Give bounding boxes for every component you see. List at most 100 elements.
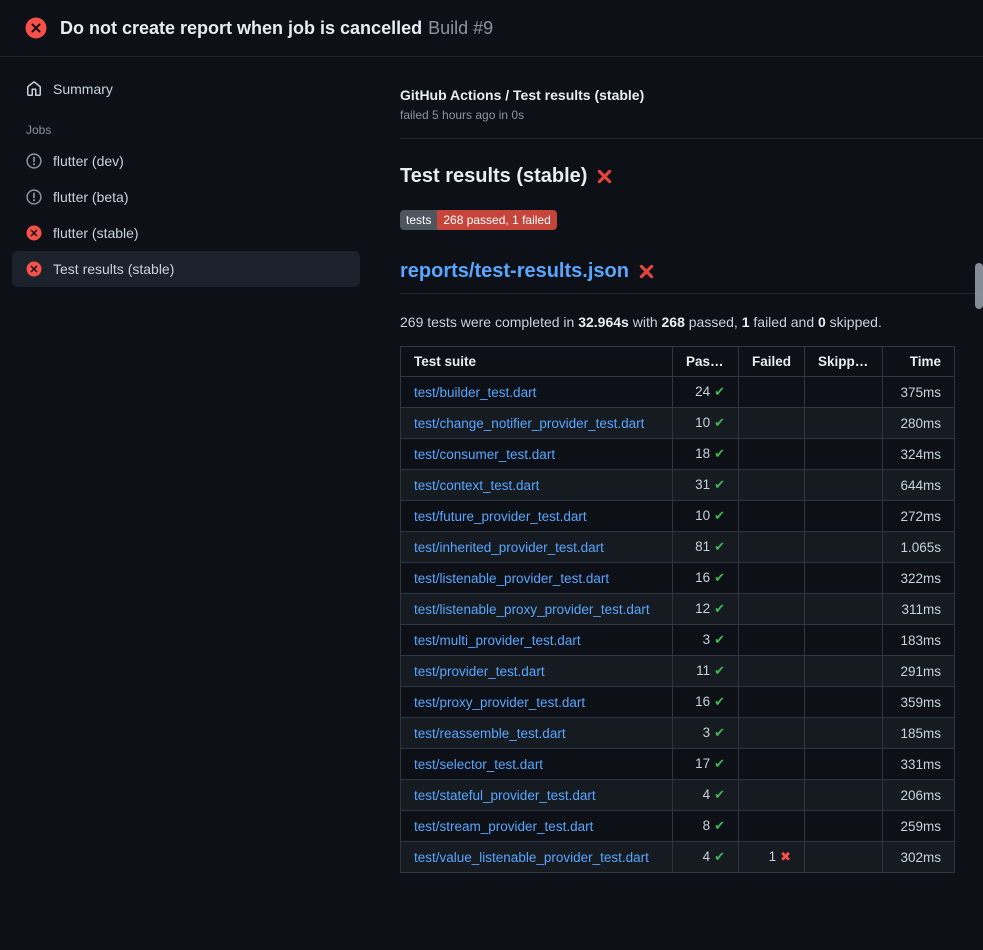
job-label: flutter (beta) xyxy=(53,189,128,205)
passed-count-number: 16 xyxy=(695,694,710,709)
test-suite-link[interactable]: test/reassemble_test.dart xyxy=(414,726,566,741)
badge-label: tests xyxy=(400,210,437,230)
check-icon: ✔ xyxy=(714,446,725,461)
passed-count-number: 4 xyxy=(703,787,711,802)
scrollbar-thumb[interactable] xyxy=(975,263,983,309)
passed-count-number: 10 xyxy=(695,508,710,523)
check-icon: ✔ xyxy=(714,663,725,678)
check-icon: ✔ xyxy=(714,694,725,709)
passed-count-number: 8 xyxy=(703,818,711,833)
test-suite-link[interactable]: test/listenable_provider_test.dart xyxy=(414,571,609,586)
passed-count-number: 3 xyxy=(703,632,711,647)
sidebar-item-summary[interactable]: Summary xyxy=(12,71,360,107)
page-title: Do not create report when job is cancell… xyxy=(60,18,493,39)
jobs-section-label: Jobs xyxy=(12,107,360,143)
time-value: 322ms xyxy=(883,563,955,594)
test-suite-cell: test/future_provider_test.dart xyxy=(401,501,673,532)
sidebar-item-job[interactable]: flutter (dev) xyxy=(12,143,360,179)
passed-count: 3✔ xyxy=(673,625,739,656)
sidebar-summary-label: Summary xyxy=(53,81,113,97)
test-suite-link[interactable]: test/stateful_provider_test.dart xyxy=(414,788,596,803)
test-suite-link[interactable]: test/multi_provider_test.dart xyxy=(414,633,581,648)
time-value: 183ms xyxy=(883,625,955,656)
table-row: test/stream_provider_test.dart8✔259ms xyxy=(401,811,955,842)
skipped-count xyxy=(805,377,883,408)
test-suite-link[interactable]: test/future_provider_test.dart xyxy=(414,509,587,524)
skipped-count xyxy=(805,563,883,594)
passed-count: 17✔ xyxy=(673,749,739,780)
summary-part: skipped. xyxy=(826,314,882,330)
passed-count-number: 11 xyxy=(696,663,710,678)
failed-count xyxy=(739,377,805,408)
check-icon: ✔ xyxy=(714,477,725,492)
time-value: 644ms xyxy=(883,470,955,501)
skipped-count xyxy=(805,780,883,811)
test-suite-link[interactable]: test/proxy_provider_test.dart xyxy=(414,695,585,710)
time-value: 375ms xyxy=(883,377,955,408)
sidebar-item-job[interactable]: flutter (stable) xyxy=(12,215,360,251)
build-number: Build #9 xyxy=(428,18,493,38)
report-file-link[interactable]: reports/test-results.json xyxy=(400,260,629,283)
test-suite-link[interactable]: test/change_notifier_provider_test.dart xyxy=(414,416,644,431)
failed-count xyxy=(739,501,805,532)
time-value: 272ms xyxy=(883,501,955,532)
x-icon: ✖ xyxy=(780,849,791,864)
skipped-count xyxy=(805,811,883,842)
section-title-text: Test results (stable) xyxy=(400,165,587,188)
sidebar-item-job[interactable]: Test results (stable) xyxy=(12,251,360,287)
test-suite-link[interactable]: test/value_listenable_provider_test.dart xyxy=(414,850,649,865)
summary-part: with xyxy=(629,314,662,330)
passed-count: 11 ✔ xyxy=(673,656,739,687)
run-status-line: failed 5 hours ago in 0s xyxy=(400,108,983,122)
failed-count xyxy=(739,408,805,439)
cancelled-status-icon xyxy=(26,153,42,169)
summary-skipped-count: 0 xyxy=(818,314,826,330)
summary-part: 269 tests were completed in xyxy=(400,314,578,330)
test-suite-cell: test/change_notifier_provider_test.dart xyxy=(401,408,673,439)
sidebar: Summary Jobs flutter (dev) flutter (beta)… xyxy=(0,57,372,287)
sidebar-item-job[interactable]: flutter (beta) xyxy=(12,179,360,215)
table-row: test/listenable_proxy_provider_test.dart… xyxy=(401,594,955,625)
time-value: 206ms xyxy=(883,780,955,811)
passed-count-number: 4 xyxy=(703,849,711,864)
skipped-count xyxy=(805,501,883,532)
table-header: Test suite Passed Failed Skipped Time xyxy=(401,347,955,377)
passed-count: 18✔ xyxy=(673,439,739,470)
passed-count-number: 3 xyxy=(703,725,711,740)
time-value: 1.065s xyxy=(883,532,955,563)
table-row: test/value_listenable_provider_test.dart… xyxy=(401,842,955,873)
column-header-test-suite: Test suite xyxy=(401,347,673,377)
check-icon: ✔ xyxy=(714,849,725,864)
check-run-page: Do not create report when job is cancell… xyxy=(0,0,983,873)
test-suite-link[interactable]: test/consumer_test.dart xyxy=(414,447,555,462)
column-header-failed: Failed xyxy=(739,347,805,377)
passed-count: 16✔ xyxy=(673,563,739,594)
test-suite-link[interactable]: test/inherited_provider_test.dart xyxy=(414,540,604,555)
test-suite-link[interactable]: test/context_test.dart xyxy=(414,478,539,493)
table-body: test/builder_test.dart24✔375ms test/chang… xyxy=(401,377,955,873)
failed-count xyxy=(739,687,805,718)
table-row: test/builder_test.dart24✔375ms xyxy=(401,377,955,408)
header: Do not create report when job is cancell… xyxy=(0,0,983,57)
check-icon: ✔ xyxy=(714,570,725,585)
check-icon: ✔ xyxy=(714,601,725,616)
summary-duration: 32.964s xyxy=(578,314,629,330)
test-suite-link[interactable]: test/stream_provider_test.dart xyxy=(414,819,593,834)
time-value: 359ms xyxy=(883,687,955,718)
test-suite-link[interactable]: test/builder_test.dart xyxy=(414,385,536,400)
test-suite-link[interactable]: test/listenable_proxy_provider_test.dart xyxy=(414,602,650,617)
table-row: test/selector_test.dart17✔331ms xyxy=(401,749,955,780)
time-value: 291ms xyxy=(883,656,955,687)
test-suite-cell: test/listenable_provider_test.dart xyxy=(401,563,673,594)
skipped-count xyxy=(805,718,883,749)
content: Summary Jobs flutter (dev) flutter (beta)… xyxy=(0,57,983,873)
table-row: test/reassemble_test.dart3✔185ms xyxy=(401,718,955,749)
check-icon: ✔ xyxy=(714,725,725,740)
test-suite-link[interactable]: test/selector_test.dart xyxy=(414,757,543,772)
failed-count: 1✖ xyxy=(739,842,805,873)
failed-count xyxy=(739,656,805,687)
column-header-time: Time xyxy=(883,347,955,377)
table-row: test/inherited_provider_test.dart81✔1.06… xyxy=(401,532,955,563)
test-suite-link[interactable]: test/provider_test.dart xyxy=(414,664,545,679)
passed-count: 16 ✔ xyxy=(673,687,739,718)
